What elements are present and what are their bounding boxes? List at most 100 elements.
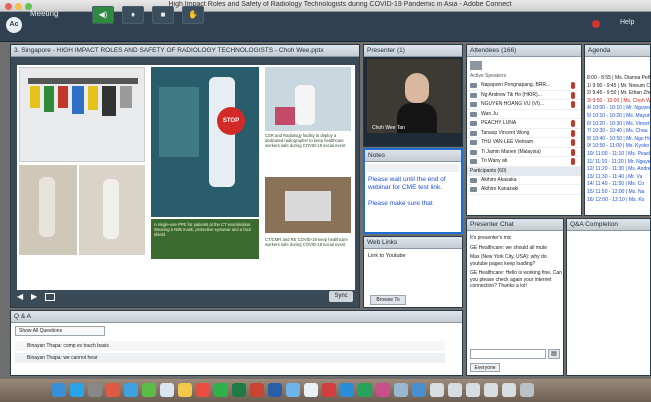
folder-icon[interactable] bbox=[484, 383, 498, 397]
mail-icon[interactable] bbox=[286, 383, 300, 397]
facetime-icon[interactable] bbox=[214, 383, 228, 397]
attendee-row[interactable]: THU VAN LEE Vietnam bbox=[467, 138, 581, 148]
connect-icon[interactable] bbox=[412, 383, 426, 397]
folder-icon[interactable] bbox=[448, 383, 462, 397]
prev-slide-icon[interactable]: ◀ bbox=[17, 293, 25, 301]
settings-icon[interactable] bbox=[88, 383, 102, 397]
finder-icon[interactable] bbox=[52, 383, 66, 397]
patient-care-photo bbox=[265, 67, 351, 131]
notes-pod: Notes Please wait until the end of webin… bbox=[363, 148, 463, 234]
attendee-row[interactable]: Ng Andrew Tik Ho (HKIR)... bbox=[467, 91, 581, 100]
photos-icon[interactable] bbox=[196, 383, 210, 397]
webcam-icon[interactable]: ■ bbox=[152, 6, 174, 24]
participant-row[interactable]: Akihiro Kanazaki bbox=[467, 185, 581, 195]
close-window-button[interactable] bbox=[5, 3, 12, 10]
user-icon bbox=[470, 149, 477, 155]
stop-sign: STOP bbox=[217, 107, 245, 135]
rack-bar bbox=[28, 78, 138, 84]
chat-tab-everyone[interactable]: Everyone bbox=[470, 363, 500, 372]
calendar-icon[interactable] bbox=[160, 383, 174, 397]
word-icon[interactable] bbox=[268, 383, 282, 397]
presenter-pod-title: Presenter (1) bbox=[364, 45, 462, 57]
qa-completion-title: Q&A Completion bbox=[567, 219, 650, 231]
acrobat-icon[interactable] bbox=[322, 383, 336, 397]
attendee-name: PEACHY LUNA bbox=[481, 120, 517, 126]
participant-name: Akihiro Kanazaki bbox=[481, 186, 519, 192]
excel-icon[interactable] bbox=[232, 383, 246, 397]
attendee-name: Tri Wany ati bbox=[481, 158, 508, 164]
attendee-row[interactable]: Ti Jamin Manen (Malaysia) bbox=[467, 148, 581, 157]
meeting-menu[interactable]: Meeting bbox=[30, 9, 58, 18]
user-icon bbox=[470, 92, 477, 98]
attendee-name: Ng Andrew Tik Ho (HKIR)... bbox=[481, 91, 542, 98]
agenda-item: 5/ 10:10 - 10:20 | Ms. Mayuri bbox=[587, 112, 651, 119]
share-pod-title: 3. Singapore - HIGH IMPACT ROLES AND SAF… bbox=[11, 45, 359, 57]
user-icon bbox=[470, 102, 477, 107]
user-icon bbox=[470, 159, 477, 164]
attendee-name: Napaporn Pongnapang, BRR... bbox=[481, 82, 551, 88]
attendee-view-icon[interactable] bbox=[470, 61, 482, 70]
launchpad-icon[interactable] bbox=[106, 383, 120, 397]
chat-messages: It's presenter's mic GE Healthcare: we s… bbox=[470, 235, 562, 345]
fullscreen-icon[interactable] bbox=[45, 293, 55, 301]
participants-header[interactable]: Participants (60) bbox=[467, 166, 581, 176]
next-slide-icon[interactable]: ▶ bbox=[31, 293, 39, 301]
chat-message: Max (New York City, USA): why do youtube… bbox=[470, 254, 547, 267]
notes-icon[interactable] bbox=[178, 383, 192, 397]
folder-icon[interactable] bbox=[466, 383, 480, 397]
attendee-row[interactable]: Napaporn Pongnapang, BRR... bbox=[467, 81, 581, 91]
active-speakers-label: Active Speakers bbox=[470, 73, 507, 79]
raise-hand-icon[interactable]: ✋ bbox=[182, 6, 204, 24]
minimize-window-button[interactable] bbox=[15, 3, 22, 10]
agenda-item: 3/ 9:50 - 10:00 | Ms. Choh Wee Tan bbox=[587, 97, 651, 104]
qa-row[interactable]: Binayan Thapa: we cannot hear bbox=[15, 353, 445, 363]
user-icon bbox=[470, 130, 477, 136]
participant-row[interactable]: Akihiro Akasaka bbox=[467, 176, 581, 185]
preview-icon[interactable] bbox=[394, 383, 408, 397]
presenter-face bbox=[405, 73, 429, 103]
agenda-item: 8:00 - 8:55 | Ms. Dianna Peñaflor bbox=[587, 75, 651, 81]
caption-right-bottom: CT/CMR and RE COVID-19 keep healthcare w… bbox=[265, 237, 348, 247]
attendee-row[interactable]: Tanasp Vincent Wong bbox=[467, 129, 581, 138]
web-link-item[interactable]: Link to Youtube bbox=[368, 253, 406, 259]
attendee-row[interactable]: NGUYEN HOANG VU (VI)... bbox=[467, 100, 581, 110]
microphone-icon[interactable]: ♦ bbox=[122, 6, 144, 24]
textedit-icon[interactable] bbox=[304, 383, 318, 397]
attendee-row[interactable]: Tri Wany ati bbox=[467, 157, 581, 167]
chat-pod-title: Presenter Chat bbox=[467, 219, 563, 231]
attendee-list: Napaporn Pongnapang, BRR... Ng Andrew Ti… bbox=[467, 81, 581, 195]
ppe-item bbox=[44, 86, 54, 112]
messages-icon[interactable] bbox=[142, 383, 156, 397]
presenter-video-pod: Presenter (1) Choh Wee Tan bbox=[363, 44, 463, 147]
qa-row[interactable]: Binayan Thapa: comp ev touch basis bbox=[15, 341, 445, 351]
powerpoint-icon[interactable] bbox=[250, 383, 264, 397]
agenda-item: 12/ 11:20 - 11:30 | Ms. Andrew bbox=[587, 166, 651, 173]
send-icon[interactable]: ▤ bbox=[548, 349, 560, 359]
ppe-item bbox=[72, 86, 84, 114]
appstore-icon[interactable] bbox=[70, 383, 84, 397]
presenter-chat-pod: Presenter Chat It's presenter's mic GE H… bbox=[466, 218, 564, 376]
folder-icon[interactable] bbox=[502, 383, 516, 397]
attendee-name: Wan Ju bbox=[481, 110, 498, 117]
agenda-pod-title: Agenda bbox=[585, 45, 650, 57]
staff-ppe-photo-left bbox=[19, 165, 77, 255]
attendee-row[interactable]: PEACHY LUNA bbox=[467, 119, 581, 129]
attendee-row[interactable]: Wan Ju bbox=[467, 110, 581, 119]
qa-filter-select[interactable]: Show All Questions bbox=[15, 326, 105, 336]
ppe-item bbox=[88, 86, 98, 110]
folder-icon[interactable] bbox=[430, 383, 444, 397]
itunes-icon[interactable] bbox=[376, 383, 390, 397]
speaker-icon[interactable]: ◀) bbox=[92, 6, 114, 24]
chat-input[interactable] bbox=[470, 349, 546, 359]
person-figure bbox=[295, 85, 315, 125]
trash-icon[interactable] bbox=[520, 383, 534, 397]
help-menu[interactable]: Help bbox=[620, 19, 634, 26]
notes-toolbar[interactable] bbox=[367, 164, 459, 172]
zoom-app-icon[interactable] bbox=[340, 383, 354, 397]
safari-icon[interactable] bbox=[124, 383, 138, 397]
sync-button[interactable]: Sync bbox=[329, 291, 353, 302]
web-links-pod: Web Links Link to Youtube Browse To bbox=[363, 236, 463, 308]
browse-to-button[interactable]: Browse To bbox=[370, 295, 406, 305]
spotify-icon[interactable] bbox=[358, 383, 372, 397]
microphone-icon bbox=[571, 120, 575, 127]
